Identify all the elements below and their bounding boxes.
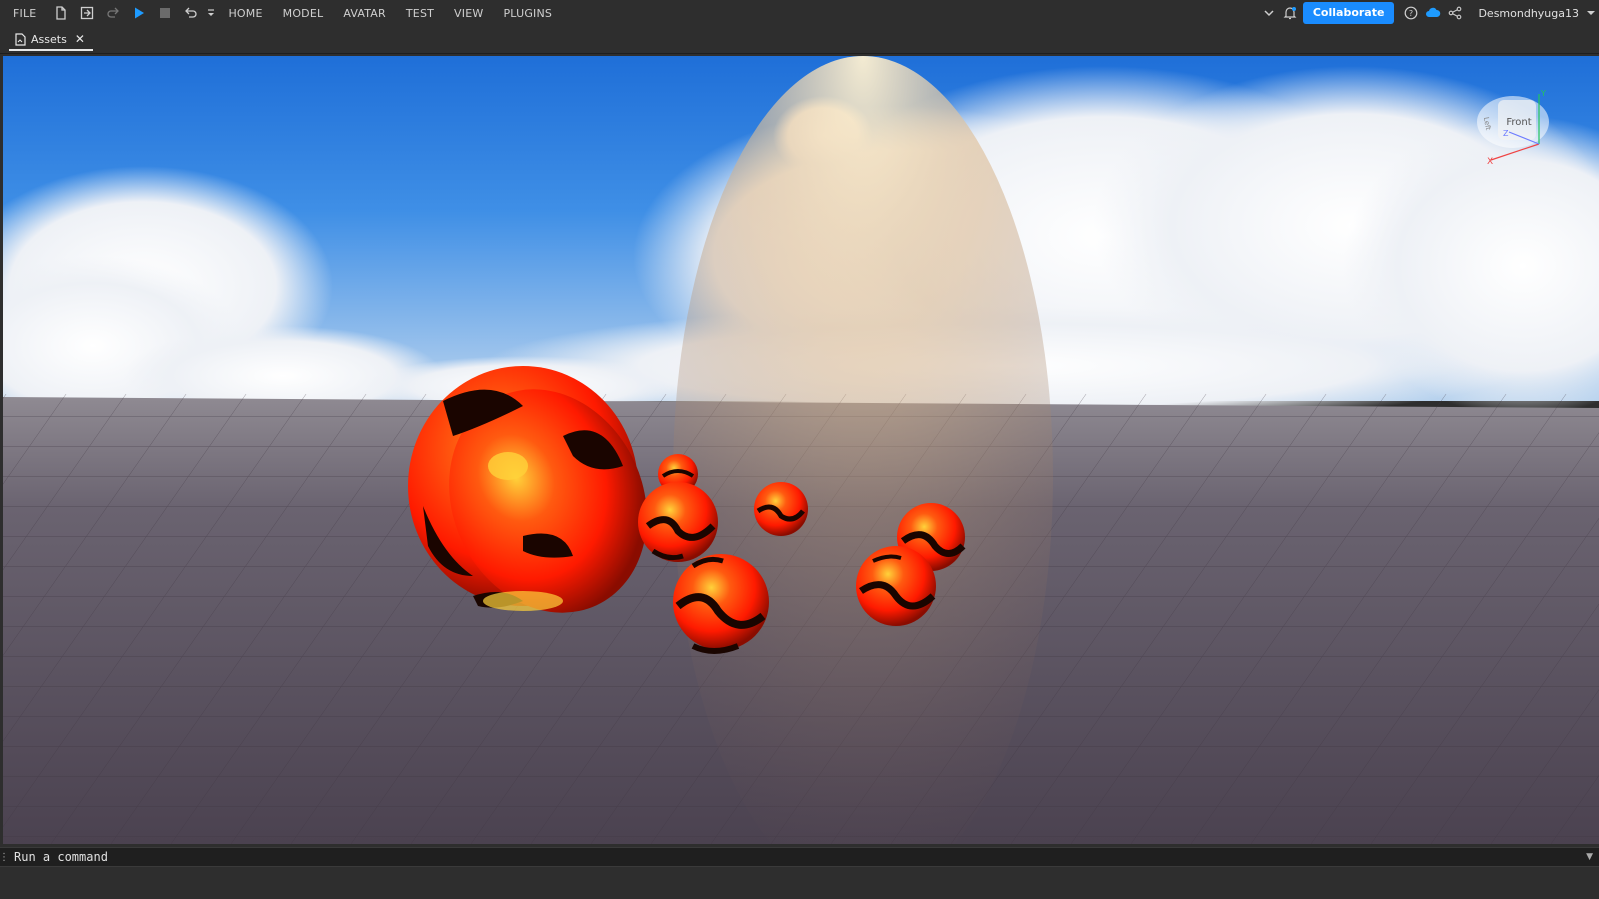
file-menu[interactable]: FILE <box>0 7 48 20</box>
cloud-icon[interactable] <box>1422 0 1444 26</box>
lava-sphere[interactable] <box>638 482 718 562</box>
tab-label: Assets <box>31 32 67 46</box>
lava-sphere[interactable] <box>754 482 808 536</box>
tab-plugins[interactable]: PLUGINS <box>493 7 562 20</box>
username-label[interactable]: Desmondhyuga13 <box>1466 7 1583 20</box>
redo-icon[interactable] <box>100 0 126 26</box>
share-icon[interactable] <box>1444 0 1466 26</box>
close-icon[interactable]: ✕ <box>75 32 85 46</box>
help-icon[interactable]: ? <box>1400 0 1422 26</box>
tab-view[interactable]: VIEW <box>444 7 493 20</box>
new-file-icon[interactable] <box>48 0 74 26</box>
document-tab-bar: Assets ✕ <box>0 26 1599 54</box>
tab-assets[interactable]: Assets ✕ <box>9 29 93 51</box>
menu-bar: FILE HOME MODEL AVATAR TEST VIEW PLUGINS… <box>0 0 1599 26</box>
axis-y-label: Y <box>1540 89 1546 98</box>
stop-icon[interactable] <box>152 0 178 26</box>
document-icon <box>15 32 26 46</box>
command-input[interactable] <box>8 848 1568 866</box>
scene-render[interactable]: Front Left Y X Z <box>3 56 1599 844</box>
customize-dropdown-icon[interactable] <box>204 0 218 26</box>
chevron-down-icon[interactable]: ▼ <box>1586 852 1593 862</box>
collaborate-button[interactable]: Collaborate <box>1302 2 1395 24</box>
output-area <box>0 867 1599 899</box>
notification-bell-icon[interactable] <box>1279 0 1301 26</box>
lava-sphere[interactable] <box>856 546 936 626</box>
tab-model[interactable]: MODEL <box>273 7 334 20</box>
view-cube-front-label: Front <box>1506 117 1531 128</box>
command-bar: ⋮ ▼ <box>0 847 1599 867</box>
axis-z-label: Z <box>1503 129 1509 138</box>
svg-text:?: ? <box>1409 9 1413 18</box>
axis-x-label: X <box>1487 157 1493 167</box>
tab-test[interactable]: TEST <box>396 7 444 20</box>
right-toolbar: Collaborate ? Desmondhyuga13 <box>1259 0 1599 26</box>
account-dropdown-icon[interactable] <box>1583 0 1599 26</box>
undo-icon[interactable] <box>178 0 204 26</box>
play-icon[interactable] <box>126 0 152 26</box>
drag-handle-icon[interactable]: ⋮ <box>0 848 9 866</box>
3d-viewport[interactable]: Front Left Y X Z <box>3 56 1599 844</box>
chevron-down-icon[interactable] <box>1259 0 1279 26</box>
tab-avatar[interactable]: AVATAR <box>333 7 396 20</box>
tab-home[interactable]: HOME <box>218 7 272 20</box>
publish-icon[interactable] <box>74 0 100 26</box>
